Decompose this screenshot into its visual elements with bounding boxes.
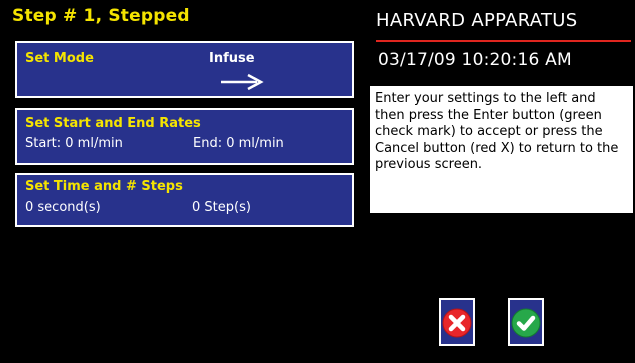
set-mode-button[interactable]: Set Mode Infuse — [15, 41, 354, 98]
pump-screen: Step # 1, Stepped Set Mode Infuse Set St… — [0, 0, 635, 363]
step-title: Step # 1, Stepped — [12, 6, 190, 26]
set-rates-button[interactable]: Set Start and End Rates Start: 0 ml/min … — [15, 108, 354, 165]
red-x-icon — [442, 308, 472, 338]
set-mode-label: Set Mode — [25, 51, 94, 66]
instructions-text: Enter your settings to the left and then… — [375, 91, 619, 172]
start-rate-value: Start: 0 ml/min — [25, 136, 123, 151]
right-arrow-icon — [221, 73, 264, 91]
set-time-steps-label: Set Time and # Steps — [25, 179, 183, 194]
set-rates-label: Set Start and End Rates — [25, 116, 201, 131]
enter-button[interactable] — [508, 298, 544, 346]
brand-name: HARVARD APPARATUS — [376, 10, 578, 31]
mode-value: Infuse — [209, 51, 255, 66]
end-rate-value: End: 0 ml/min — [193, 136, 284, 151]
instructions-box: Enter your settings to the left and then… — [370, 86, 633, 213]
cancel-button[interactable] — [439, 298, 475, 346]
green-check-icon — [511, 308, 541, 338]
time-value: 0 second(s) — [25, 200, 101, 215]
steps-value: 0 Step(s) — [192, 200, 251, 215]
brand-divider — [376, 40, 631, 42]
set-time-steps-button[interactable]: Set Time and # Steps 0 second(s) 0 Step(… — [15, 173, 354, 227]
datetime-display: 03/17/09 10:20:16 AM — [378, 50, 572, 70]
